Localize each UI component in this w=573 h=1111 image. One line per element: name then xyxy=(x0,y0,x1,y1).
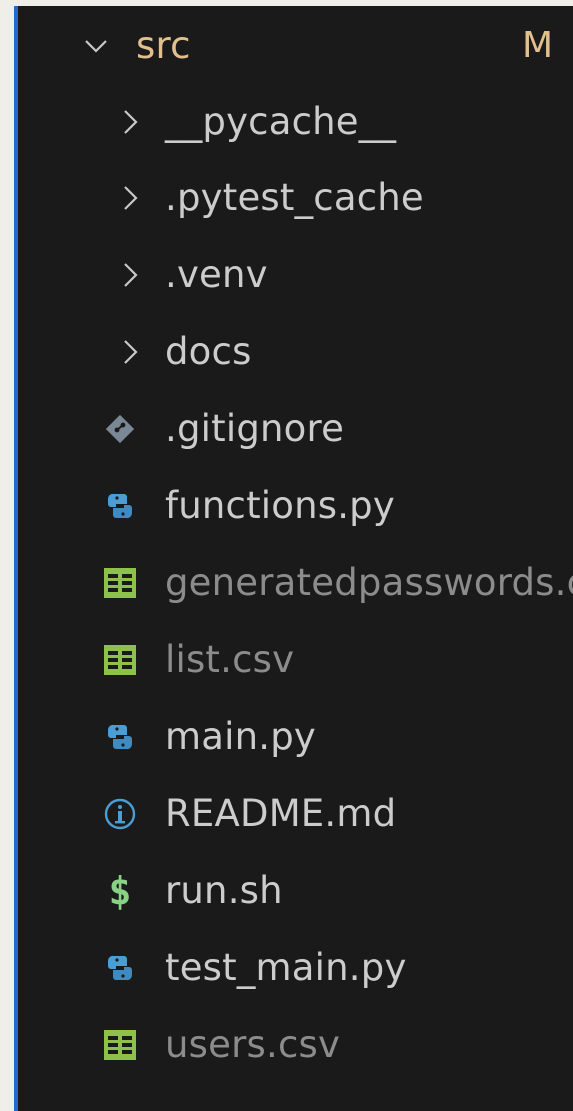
file-gitignore[interactable]: .gitignore xyxy=(14,391,573,467)
file-explorer-panel: src M __pycache__ .pytest_cache .venv do… xyxy=(14,6,573,1111)
chevron-right-icon[interactable] xyxy=(110,84,150,160)
file-label: main.py xyxy=(165,715,316,758)
folder-venv[interactable]: .venv xyxy=(14,237,573,313)
csv-table-icon xyxy=(100,622,140,698)
file-users-csv[interactable]: users.csv xyxy=(14,1007,573,1083)
folder-label: __pycache__ xyxy=(165,100,397,143)
chevron-right-icon[interactable] xyxy=(110,160,150,236)
folder-pycache[interactable]: __pycache__ xyxy=(14,84,573,160)
file-label: functions.py xyxy=(165,484,395,527)
git-icon xyxy=(100,391,140,467)
file-label: test_main.py xyxy=(165,946,407,989)
file-label: list.csv xyxy=(165,638,295,681)
chevron-right-icon[interactable] xyxy=(110,314,150,390)
folder-label: src xyxy=(136,24,191,67)
file-label: users.csv xyxy=(165,1023,341,1066)
file-run-sh[interactable]: $ run.sh xyxy=(14,853,573,929)
dollar-glyph: $ xyxy=(108,869,132,913)
file-label: README.md xyxy=(165,792,397,835)
file-test-main-py[interactable]: test_main.py xyxy=(14,930,573,1006)
file-generatedpasswords-csv[interactable]: generatedpasswords.csv xyxy=(14,545,573,621)
folder-label: .venv xyxy=(165,253,268,296)
folder-pytest-cache[interactable]: .pytest_cache xyxy=(14,160,573,236)
shell-dollar-icon: $ xyxy=(100,853,140,929)
file-functions-py[interactable]: functions.py xyxy=(14,468,573,544)
file-label: .gitignore xyxy=(165,407,345,450)
folder-label: docs xyxy=(165,330,252,373)
folder-label: .pytest_cache xyxy=(165,176,424,219)
python-icon xyxy=(100,930,140,1006)
csv-table-icon xyxy=(100,545,140,621)
file-list-csv[interactable]: list.csv xyxy=(14,622,573,698)
python-icon xyxy=(100,468,140,544)
modified-badge: M xyxy=(521,25,553,66)
info-icon xyxy=(100,776,140,852)
file-readme-md[interactable]: README.md xyxy=(14,776,573,852)
folder-src[interactable]: src M xyxy=(14,8,573,84)
file-label: generatedpasswords.csv xyxy=(165,561,573,604)
chevron-right-icon[interactable] xyxy=(110,237,150,313)
file-label: run.sh xyxy=(165,869,283,912)
file-main-py[interactable]: main.py xyxy=(14,699,573,775)
csv-table-icon xyxy=(100,1007,140,1083)
folder-docs[interactable]: docs xyxy=(14,314,573,390)
chevron-down-icon[interactable] xyxy=(76,8,116,84)
python-icon xyxy=(100,699,140,775)
